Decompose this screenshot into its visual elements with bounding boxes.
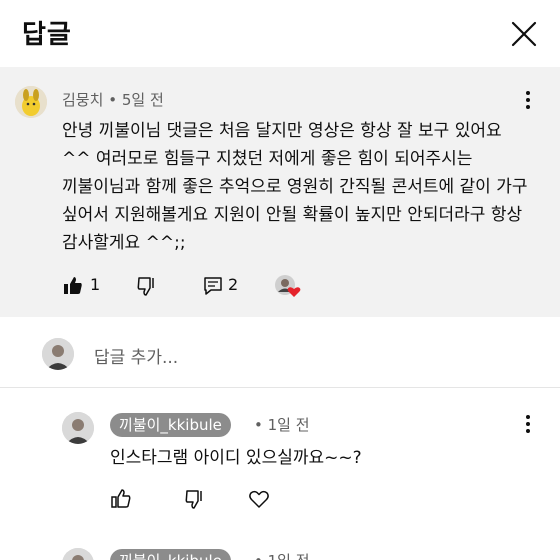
like-count: 1: [90, 275, 101, 294]
reply-meta: • 1일 전: [254, 550, 310, 560]
reply-count: 2: [228, 275, 239, 294]
reply-comment-icon[interactable]: [202, 275, 224, 297]
like-filled-icon[interactable]: [62, 275, 84, 297]
close-icon[interactable]: [508, 18, 540, 50]
creator-badge[interactable]: 끼불이_kkibule: [110, 413, 231, 437]
dislike-icon[interactable]: [184, 488, 206, 510]
comment-text: 안녕 끼불이님 댓글은 처음 달지만 영상은 항상 잘 보구 있어요 ^^ 여러…: [62, 121, 528, 253]
avatar[interactable]: [62, 412, 94, 444]
avatar[interactable]: [15, 86, 47, 118]
like-icon[interactable]: [110, 488, 132, 510]
reply-item: 끼불이_kkibule • 1일 전: [0, 536, 560, 560]
dislike-icon[interactable]: [136, 275, 158, 297]
reply-meta: • 1일 전: [254, 414, 310, 435]
meta-separator: •: [108, 91, 118, 109]
meta-separator: •: [254, 416, 263, 434]
comment-meta: 김뭉치 • 5일 전: [62, 89, 164, 110]
comment-actions: 1 2: [62, 273, 322, 299]
user-avatar: [42, 338, 74, 370]
comment-time: 5일 전: [121, 91, 164, 109]
heart-icon[interactable]: [248, 488, 270, 510]
creator-heart-icon: [274, 273, 302, 299]
more-options-icon[interactable]: [518, 413, 538, 435]
more-options-icon[interactable]: [518, 89, 538, 111]
creator-badge[interactable]: 끼불이_kkibule: [110, 549, 231, 560]
meta-separator: •: [254, 552, 263, 560]
reply-time: 1일 전: [268, 552, 310, 560]
parent-comment: 김뭉치 • 5일 전 안녕 끼불이님 댓글은 처음 달지만 영상은 항상 잘 보…: [0, 67, 560, 317]
reply-time: 1일 전: [267, 416, 310, 434]
comment-author[interactable]: 김뭉치: [62, 91, 103, 109]
add-reply-row: 답글 추가...: [0, 318, 560, 388]
avatar[interactable]: [62, 548, 94, 560]
reply-text: 인스타그램 아이디 있으실까요~~?: [110, 448, 362, 468]
panel-title: 답글: [22, 20, 72, 50]
reply-panel-header: 답글: [0, 0, 560, 66]
reply-item: 끼불이_kkibule • 1일 전 인스타그램 아이디 있으실까요~~?: [0, 400, 560, 520]
add-reply-input[interactable]: 답글 추가...: [94, 343, 178, 368]
